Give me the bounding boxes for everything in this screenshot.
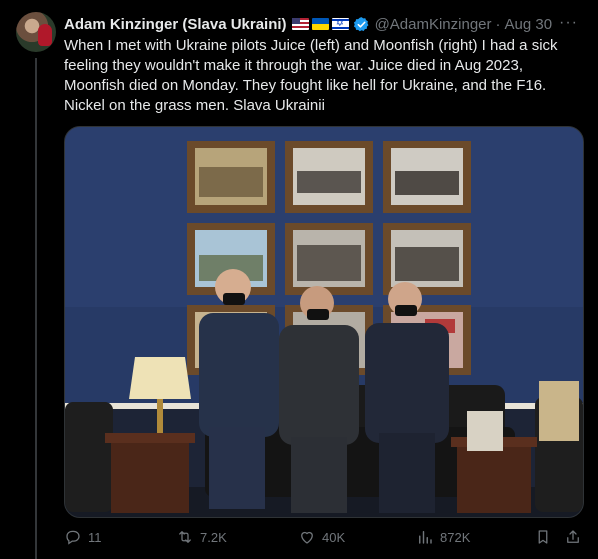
ukraine-flag-icon <box>311 18 329 30</box>
bookmark-button[interactable] <box>534 528 552 546</box>
share-button[interactable] <box>564 528 582 546</box>
israel-flag-icon <box>331 18 349 30</box>
tweet-text: When I met with Ukraine pilots Juice (le… <box>64 36 584 116</box>
repost-button[interactable]: 7.2K <box>176 528 227 546</box>
avatar[interactable] <box>16 12 56 52</box>
tweet-actions: 11 7.2K 40K 872K <box>64 528 582 548</box>
reply-icon <box>66 530 80 545</box>
tweet-text-line: When I met with Ukraine pilots Juice (le… <box>64 37 558 54</box>
tweet-header: Adam Kinzinger (Slava Ukraini) @AdamKinz… <box>64 14 578 34</box>
tweet-text-line: Moonfish died on Monday. They fought lik… <box>64 77 547 94</box>
views-button[interactable]: 872K <box>416 528 470 546</box>
author-name[interactable]: Adam Kinzinger (Slava Ukraini) <box>64 16 287 33</box>
like-count: 40K <box>322 529 346 545</box>
reply-button[interactable]: 11 <box>64 528 102 546</box>
repost-count: 7.2K <box>200 529 227 545</box>
bookmark-icon <box>538 530 548 544</box>
more-options-icon[interactable]: ··· <box>559 14 578 32</box>
thread-line <box>35 58 37 559</box>
repost-icon <box>179 531 191 543</box>
reply-count: 11 <box>88 529 102 545</box>
views-count: 872K <box>440 529 471 545</box>
side-table-left <box>105 433 195 513</box>
verified-badge-icon <box>353 16 370 33</box>
share-icon <box>567 530 579 543</box>
like-button[interactable]: 40K <box>298 528 345 546</box>
heart-icon <box>301 531 313 544</box>
flag-emojis <box>291 18 349 30</box>
author-handle[interactable]: @AdamKinzinger <box>375 16 492 33</box>
separator-dot: · <box>495 15 501 33</box>
us-flag-icon <box>291 18 309 30</box>
armchair-right <box>535 381 583 512</box>
tweet-text-line: Nickel on the grass men. Slava Ukrainii <box>64 97 325 114</box>
tweet-photo[interactable] <box>64 126 584 518</box>
tweet-date[interactable]: Aug 30 <box>505 16 553 33</box>
tweet-text-line: feeling they wouldn't make it through th… <box>64 57 523 74</box>
armchair-left <box>65 402 113 512</box>
photo-scene <box>65 127 583 517</box>
views-chart-icon <box>419 531 432 544</box>
